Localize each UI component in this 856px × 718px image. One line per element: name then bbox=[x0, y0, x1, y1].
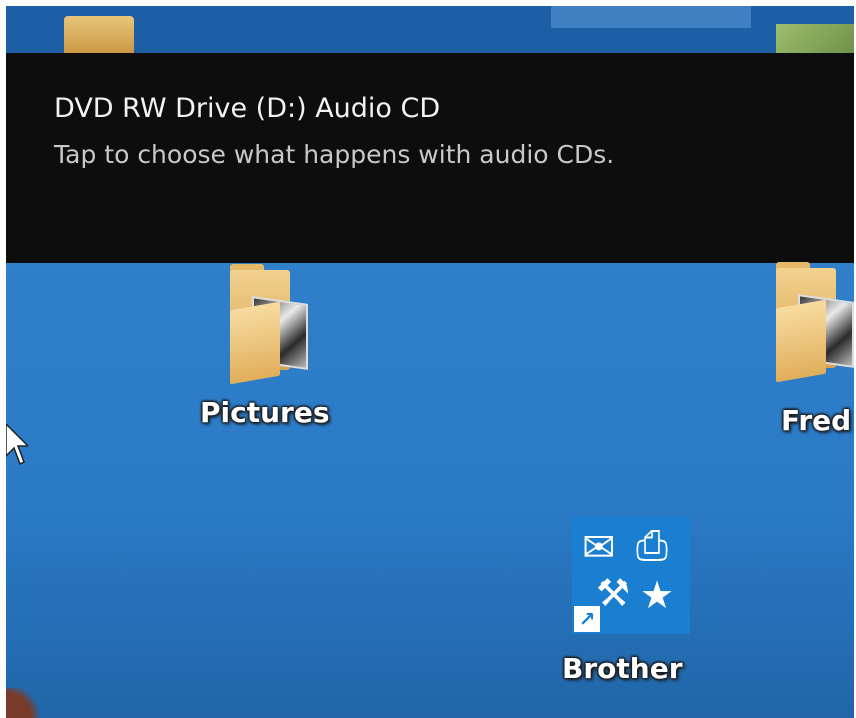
mouse-cursor-icon bbox=[6, 424, 28, 466]
printer-icon: ⎙ bbox=[636, 523, 668, 569]
desktop-icon-label-fred[interactable]: Fred bbox=[781, 404, 851, 437]
folder-icon bbox=[776, 262, 854, 383]
brother-utilities-icon: ✉ ⎙ ⚒ ★ ↗ bbox=[572, 516, 690, 634]
desktop-corner-object bbox=[6, 688, 46, 718]
desktop-icon-fred[interactable] bbox=[776, 262, 854, 388]
shortcut-arrow-icon: ↗ bbox=[574, 606, 600, 632]
folder-icon bbox=[230, 264, 314, 385]
scanner-icon: ✉ bbox=[582, 525, 616, 571]
desktop-icon-brother[interactable]: ✉ ⎙ ⚒ ★ ↗ bbox=[572, 516, 690, 634]
folder-icon-partial-top-left[interactable] bbox=[64, 16, 134, 56]
desktop-icon-label-brother[interactable]: Brother bbox=[562, 652, 683, 685]
autoplay-notification[interactable]: DVD RW Drive (D:) Audio CD Tap to choose… bbox=[6, 53, 854, 263]
notification-title: DVD RW Drive (D:) Audio CD bbox=[54, 93, 441, 124]
desktop: DVD RW Drive (D:) Audio CD Tap to choose… bbox=[6, 6, 854, 718]
desktop-icon-label-pictures[interactable]: Pictures bbox=[200, 396, 330, 429]
desktop-partial-item bbox=[551, 6, 751, 28]
desktop-icon-pictures[interactable] bbox=[230, 264, 314, 390]
notification-message: Tap to choose what happens with audio CD… bbox=[54, 140, 615, 169]
tools-icon: ⚒ bbox=[596, 571, 631, 615]
star-icon: ★ bbox=[640, 573, 675, 617]
